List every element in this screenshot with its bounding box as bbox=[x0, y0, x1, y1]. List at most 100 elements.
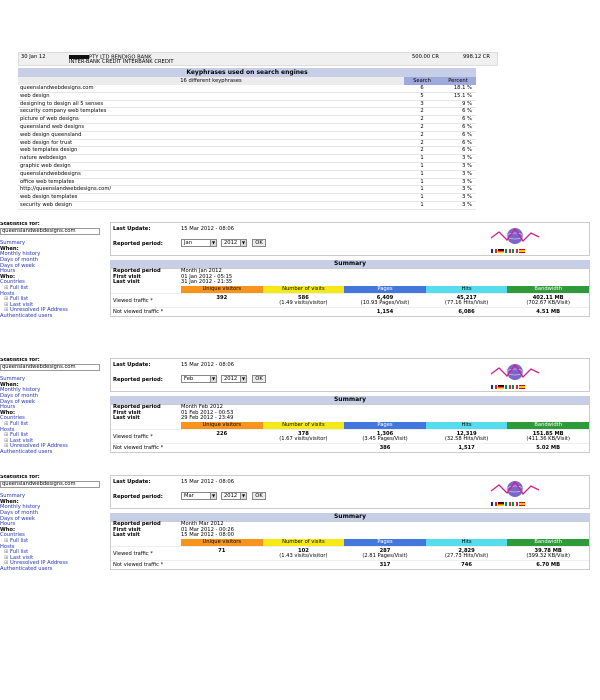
ok-button[interactable]: OK bbox=[252, 239, 266, 247]
year-select[interactable]: 2012 ▼ bbox=[221, 492, 247, 500]
flag-nl-icon[interactable] bbox=[512, 385, 518, 389]
year-select[interactable]: 2012 ▼ bbox=[221, 239, 247, 247]
keyphrase-percent: 3 % bbox=[462, 201, 472, 208]
summary-table: Summary Reported period Month Mar 2012 Firs… bbox=[110, 513, 590, 570]
keyphrase-row: designing to design all 5 senses 3 9 % bbox=[18, 101, 476, 109]
last-update-label: Last Update: bbox=[113, 479, 151, 485]
year-select[interactable]: 2012 ▼ bbox=[221, 375, 247, 383]
keyphrase-search-count: 2 bbox=[420, 116, 424, 123]
ok-button[interactable]: OK bbox=[252, 492, 266, 500]
flag-spain-icon[interactable] bbox=[519, 502, 525, 506]
keyphrase-text: office web templates bbox=[20, 178, 75, 185]
nv-hits-value: 1,517 bbox=[458, 444, 475, 451]
col-percent: Percent bbox=[440, 77, 476, 85]
pages-value: 6,409 (10.93 Pages/Visit) bbox=[360, 294, 410, 306]
keyphrase-text: web templates design bbox=[20, 147, 78, 154]
nv-bandwidth-value: 4.51 MB bbox=[536, 308, 561, 315]
chevron-down-icon: ▼ bbox=[240, 493, 246, 499]
summary-table: Summary Reported period Month Feb 2012 Firs… bbox=[110, 396, 590, 453]
visits-value: 586 (1.49 visits/visitor) bbox=[279, 294, 328, 306]
keyphrase-search-count: 2 bbox=[420, 123, 424, 130]
flag-france-icon[interactable] bbox=[491, 385, 497, 389]
sidebar-link-authenticated-users[interactable]: Authenticated users bbox=[0, 449, 106, 456]
month-select[interactable]: Mar ▼ bbox=[181, 492, 217, 500]
col-hits: Hits bbox=[425, 285, 508, 293]
summary-title: Summary bbox=[110, 513, 590, 521]
flag-italy-icon[interactable] bbox=[505, 385, 511, 389]
reported-period-label: Reported period: bbox=[113, 241, 163, 247]
summary-title: Summary bbox=[110, 260, 590, 268]
keyphrase-percent: 18.1 % bbox=[453, 85, 472, 91]
keyphrase-row: security company web templates 2 6 % bbox=[18, 108, 476, 117]
keyphrase-row: graphic web design 1 3 % bbox=[18, 163, 476, 171]
not-viewed-traffic-row: Not viewed traffic * 1,154 6,086 4.51 MB bbox=[111, 306, 589, 316]
flag-spain-icon[interactable] bbox=[519, 249, 525, 253]
update-box: Last Update: 15 Mar 2012 - 08:06 Reported … bbox=[110, 475, 590, 509]
col-pages: Pages bbox=[344, 421, 426, 429]
bank-date: 30 Jan 12 bbox=[21, 54, 46, 60]
flag-nl-icon[interactable] bbox=[512, 249, 518, 253]
flag-nl-icon[interactable] bbox=[512, 502, 518, 506]
flag-germany-icon[interactable] bbox=[498, 502, 504, 506]
keyphrase-text: security company web templates bbox=[20, 108, 107, 115]
chevron-down-icon: ▼ bbox=[210, 493, 216, 499]
col-unique-visitors: Unique visitors bbox=[181, 538, 263, 546]
awstats-logo-icon bbox=[490, 480, 540, 497]
keyphrase-text: designing to design all 5 senses bbox=[20, 100, 104, 107]
unique-visitors-value: 71 bbox=[218, 547, 226, 554]
keyphrase-search-count: 2 bbox=[420, 147, 424, 154]
month-select[interactable]: Jan ▼ bbox=[181, 239, 217, 247]
chevron-down-icon: ▼ bbox=[240, 376, 246, 382]
flag-spain-icon[interactable] bbox=[519, 385, 525, 389]
last-update-value: 15 Mar 2012 - 08:06 bbox=[181, 362, 235, 368]
keyphrase-percent: 6 % bbox=[462, 123, 472, 130]
not-viewed-traffic-label: Not viewed traffic * bbox=[113, 444, 164, 451]
flag-germany-icon[interactable] bbox=[498, 249, 504, 253]
not-viewed-traffic-row: Not viewed traffic * 386 1,517 5.02 MB bbox=[111, 442, 589, 452]
sidebar-link-authenticated-users[interactable]: Authenticated users bbox=[0, 566, 106, 573]
flag-france-icon[interactable] bbox=[491, 502, 497, 506]
bank-amount: 500.00 CR bbox=[412, 54, 440, 60]
sidebar-link-authenticated-users[interactable]: Authenticated users bbox=[0, 313, 106, 320]
keyphrase-row: web design queensland 2 6 % bbox=[18, 132, 476, 140]
keyphrases-header: 16 different keyphrases Search Percent bbox=[18, 77, 476, 85]
flag-italy-icon[interactable] bbox=[505, 249, 511, 253]
chevron-down-icon: ▼ bbox=[240, 240, 246, 246]
last-update-label: Last Update: bbox=[113, 226, 151, 232]
awstats-logo-icon bbox=[490, 227, 540, 244]
keyphrase-text: security web design bbox=[20, 201, 72, 208]
month-select[interactable]: Feb ▼ bbox=[181, 375, 217, 383]
keyphrase-search-count: 2 bbox=[420, 108, 424, 115]
keyphrase-percent: 6 % bbox=[462, 116, 472, 123]
update-box: Last Update: 15 Mar 2012 - 08:06 Reported … bbox=[110, 358, 590, 392]
keyphrase-row: office web templates 1 3 % bbox=[18, 179, 476, 187]
flag-italy-icon[interactable] bbox=[505, 502, 511, 506]
keyphrases-rows: queenslandwebdesigns.com 6 18.1 % web desig… bbox=[18, 85, 476, 210]
reported-period-label: Reported period: bbox=[113, 494, 163, 500]
col-unique-visitors: Unique visitors bbox=[181, 421, 263, 429]
keyphrase-search-count: 2 bbox=[420, 139, 424, 146]
viewed-traffic-label: Viewed traffic * bbox=[113, 297, 153, 304]
stats-for-label: Statistics for: bbox=[0, 222, 40, 227]
visits-value: 378 (1.67 visits/visitor) bbox=[279, 430, 328, 442]
bank-transaction-strip: 30 Jan 12 PTY LTD BENDIGO BANK INTER-BAN… bbox=[18, 52, 498, 66]
hits-value: 45,217 (77.16 Hits/Visit) bbox=[444, 294, 489, 306]
nv-pages-value: 317 bbox=[379, 561, 391, 568]
keyphrase-percent: 6 % bbox=[462, 108, 472, 115]
keyphrase-text: http://queenslandwebdesigns.com/ bbox=[20, 186, 112, 193]
keyphrases-table: Keyphrases used on search engines 16 dif… bbox=[18, 68, 476, 210]
keyphrase-row: web design templates 1 3 % bbox=[18, 194, 476, 202]
col-number-of-visits: Number of visits bbox=[262, 538, 345, 546]
keyphrase-text: graphic web design bbox=[20, 162, 71, 169]
keyphrase-search-count: 6 bbox=[420, 85, 424, 91]
keyphrase-search-count: 5 bbox=[420, 92, 424, 99]
col-bandwidth: Bandwidth bbox=[507, 421, 589, 429]
flag-france-icon[interactable] bbox=[491, 249, 497, 253]
flag-germany-icon[interactable] bbox=[498, 385, 504, 389]
keyphrase-text: web design bbox=[20, 92, 50, 99]
keyphrase-text: queenslandwebdesigns.com bbox=[20, 85, 94, 91]
ok-button[interactable]: OK bbox=[252, 375, 266, 383]
keyphrase-row: web design for trust 2 6 % bbox=[18, 140, 476, 148]
not-viewed-traffic-row: Not viewed traffic * 317 746 6.70 MB bbox=[111, 559, 589, 569]
stats-for-label: Statistics for: bbox=[0, 475, 40, 480]
